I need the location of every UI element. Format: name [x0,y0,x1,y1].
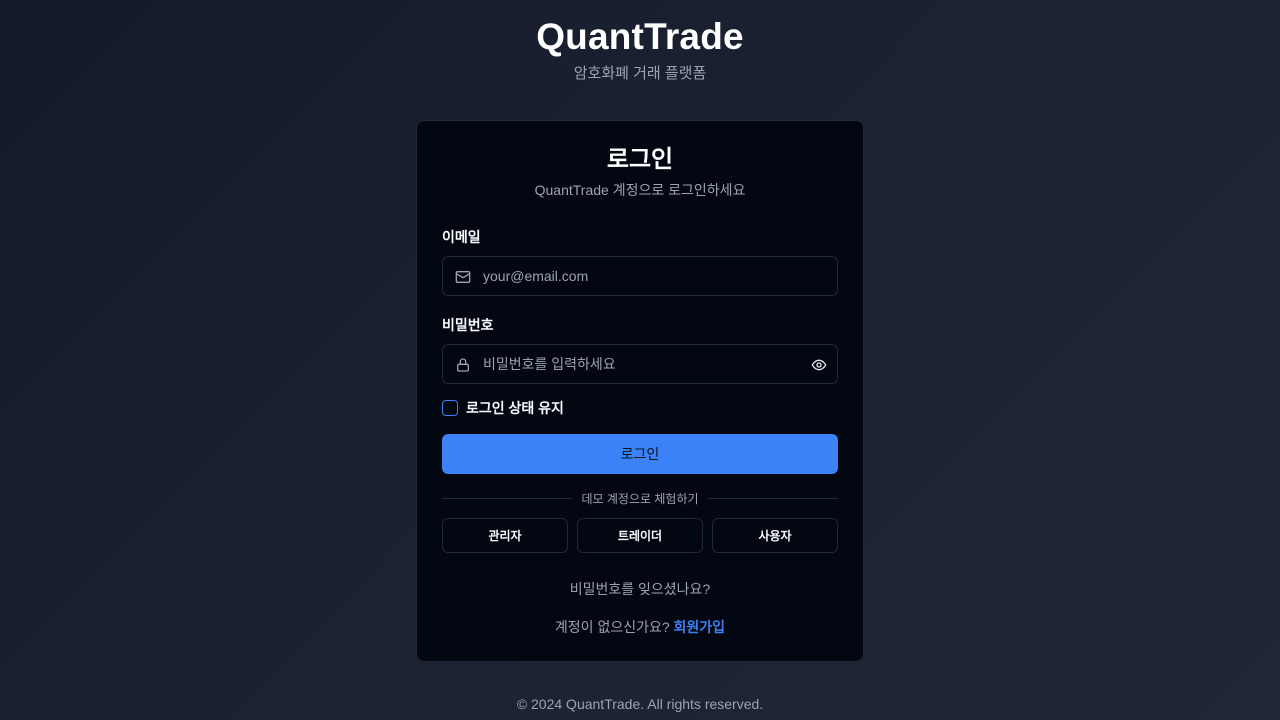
brand-title: QuantTrade [536,16,744,57]
demo-divider: 데모 계정으로 체험하기 [442,490,839,506]
login-description: QuantTrade 계정으로 로그인하세요 [534,182,746,198]
email-label: 이메일 [442,229,481,245]
remember-me-label[interactable]: 로그인 상태 유지 [466,398,564,418]
divider-text: 데모 계정으로 체험하기 [581,491,699,506]
mail-icon [454,268,471,285]
demo-admin-button[interactable]: 관리자 [442,518,568,553]
login-button[interactable]: 로그인 [442,434,838,474]
lock-icon [454,356,471,373]
remember-me-row: 로그인 상태 유지 [442,399,838,417]
demo-accounts: 관리자 트레이더 사용자 [442,518,838,553]
brand-header: QuantTrade 암호화폐 거래 플랫폼 [0,14,1280,84]
footer-copyright: © 2024 QuantTrade. All rights reserved. [516,696,764,712]
password-label: 비밀번호 [442,317,494,333]
show-password-icon[interactable] [810,356,827,373]
password-field[interactable] [443,345,837,383]
email-field-wrapper [442,256,838,296]
email-field[interactable] [443,257,837,295]
signup-link[interactable]: 회원가입 [674,619,726,635]
signup-row: 계정이 없으신가요? 회원가입 [442,617,838,637]
login-title: 로그인 [606,146,674,173]
forgot-password-link[interactable]: 비밀번호를 잊으셨나요? [442,579,838,599]
remember-me-checkbox[interactable] [442,400,458,416]
divider-line-left [442,497,573,499]
divider-line-right [707,497,839,499]
signup-prompt: 계정이 없으신가요? [554,619,670,635]
password-field-wrapper [442,344,838,384]
demo-trader-button[interactable]: 트레이더 [577,518,703,553]
brand-subtitle: 암호화폐 거래 플랫폼 [573,65,707,82]
login-card: 로그인 QuantTrade 계정으로 로그인하세요 이메일 비밀번호 [416,120,864,662]
demo-user-button[interactable]: 사용자 [712,518,838,553]
